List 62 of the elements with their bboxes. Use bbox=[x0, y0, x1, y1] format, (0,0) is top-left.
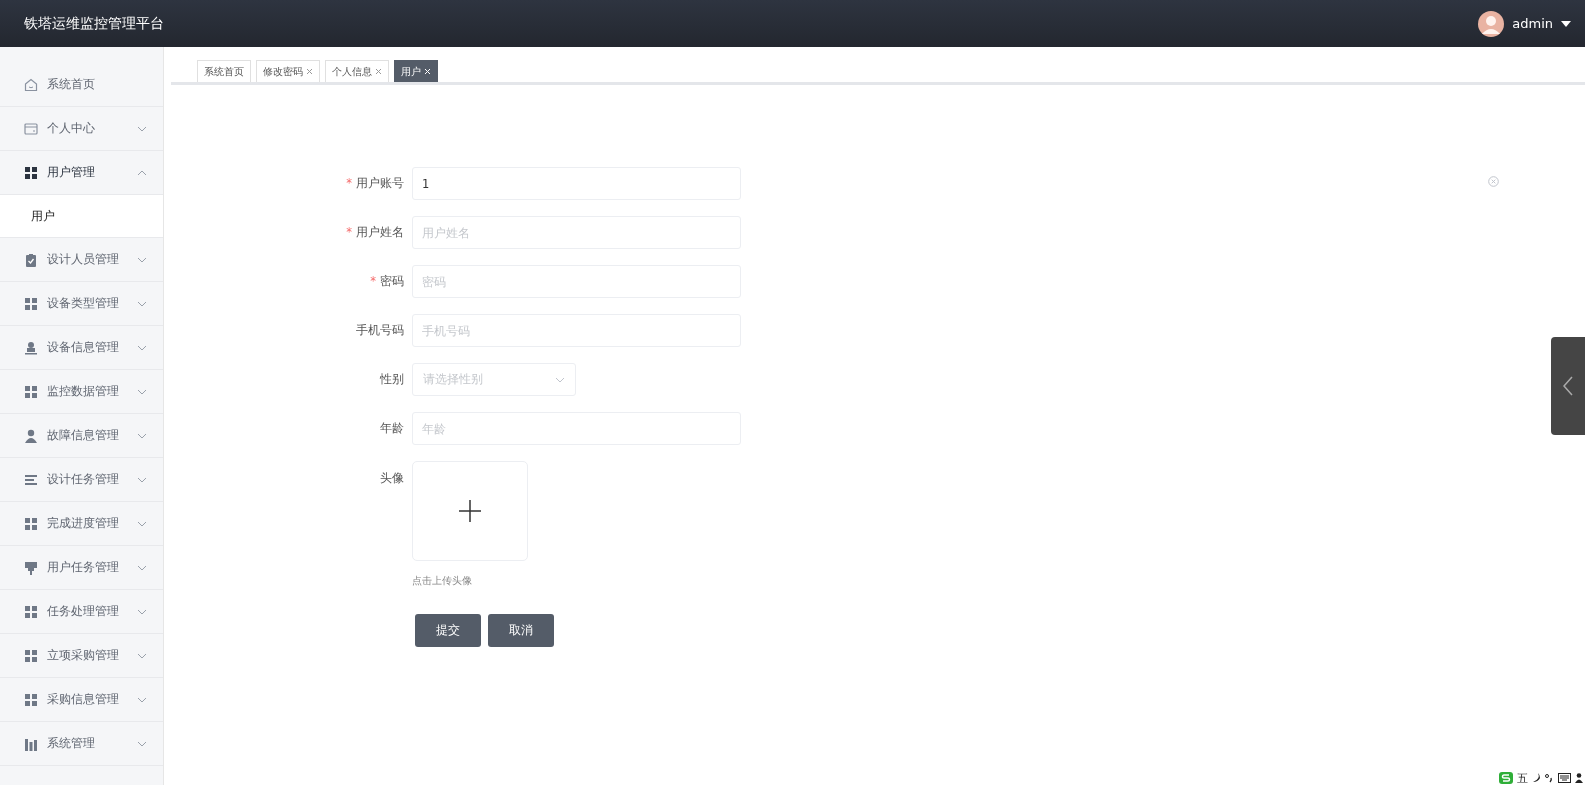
submit-button[interactable]: 提交 bbox=[415, 614, 481, 647]
field-label: * 用户姓名 bbox=[345, 225, 405, 240]
chevron-left-icon bbox=[1563, 376, 1573, 396]
grid-icon bbox=[24, 516, 38, 531]
grid-icon bbox=[24, 165, 38, 180]
card-icon bbox=[24, 121, 38, 136]
grid-icon bbox=[24, 648, 38, 663]
submenu-item[interactable]: 用户 bbox=[0, 195, 163, 238]
bar-chart-icon bbox=[24, 736, 38, 751]
ime-logo-icon[interactable] bbox=[1499, 772, 1513, 784]
clipboard-icon bbox=[24, 252, 38, 267]
plus-icon bbox=[458, 499, 482, 523]
chevron-down-icon bbox=[555, 376, 565, 383]
menu-item[interactable]: 故障信息管理 bbox=[0, 414, 163, 458]
input-field[interactable]: 年龄 bbox=[412, 412, 741, 445]
field-label: 头像 bbox=[379, 470, 405, 486]
menu-item[interactable]: 用户任务管理 bbox=[0, 546, 163, 590]
ime-mode[interactable]: 五 bbox=[1517, 770, 1528, 785]
field-label: 性别 bbox=[379, 372, 405, 387]
menu-item[interactable]: 监控数据管理 bbox=[0, 370, 163, 414]
person-icon bbox=[24, 428, 38, 443]
stamp-icon bbox=[24, 340, 38, 355]
input-field[interactable]: 1 bbox=[412, 167, 741, 200]
tab[interactable]: 修改密码 bbox=[256, 60, 320, 82]
menu-item[interactable]: 个人中心 bbox=[0, 107, 163, 151]
menu-item[interactable]: 系统管理 bbox=[0, 722, 163, 766]
menu-item[interactable]: 完成进度管理 bbox=[0, 502, 163, 546]
grid-icon bbox=[24, 604, 38, 619]
field-label: 年龄 bbox=[379, 421, 405, 436]
menu-item[interactable]: 设备类型管理 bbox=[0, 282, 163, 326]
field-label: * 密码 bbox=[369, 274, 405, 289]
field-label: 手机号码 bbox=[355, 323, 405, 338]
home-icon bbox=[24, 77, 38, 92]
app-title: 铁塔运维监控管理平台 bbox=[24, 14, 164, 33]
close-icon[interactable] bbox=[375, 68, 382, 75]
grid-icon bbox=[24, 384, 38, 399]
punctuation-icon[interactable] bbox=[1545, 773, 1554, 783]
signpost-icon bbox=[24, 560, 38, 575]
grid-icon bbox=[24, 296, 38, 311]
menu-item[interactable]: 设备信息管理 bbox=[0, 326, 163, 370]
dropdown-icon[interactable] bbox=[1561, 20, 1571, 27]
moon-icon[interactable] bbox=[1532, 773, 1541, 783]
user-name[interactable]: admin bbox=[1512, 16, 1553, 31]
menu-item[interactable]: 任务处理管理 bbox=[0, 590, 163, 634]
upload-hint: 点击上传头像 bbox=[412, 575, 473, 588]
keyboard-icon[interactable] bbox=[1558, 773, 1571, 783]
field-label: * 用户账号 bbox=[345, 176, 405, 191]
menu-item[interactable]: 设计人员管理 bbox=[0, 238, 163, 282]
list-icon bbox=[24, 472, 38, 487]
tab[interactable]: 用户 bbox=[394, 60, 438, 82]
tab[interactable]: 系统首页 bbox=[197, 60, 251, 82]
person-icon[interactable] bbox=[1575, 773, 1583, 783]
menu-item[interactable]: 系统首页 bbox=[0, 63, 163, 107]
menu-item[interactable]: 采购信息管理 bbox=[0, 678, 163, 722]
menu-item[interactable]: 设计任务管理 bbox=[0, 458, 163, 502]
tab[interactable]: 个人信息 bbox=[325, 60, 389, 82]
menu-item[interactable]: 立项采购管理 bbox=[0, 634, 163, 678]
avatar-icon[interactable] bbox=[1478, 10, 1505, 37]
grid-icon bbox=[24, 692, 38, 707]
cancel-button[interactable]: 取消 bbox=[488, 614, 554, 647]
side-panel-toggle[interactable] bbox=[1551, 337, 1585, 435]
close-icon[interactable] bbox=[306, 68, 313, 75]
